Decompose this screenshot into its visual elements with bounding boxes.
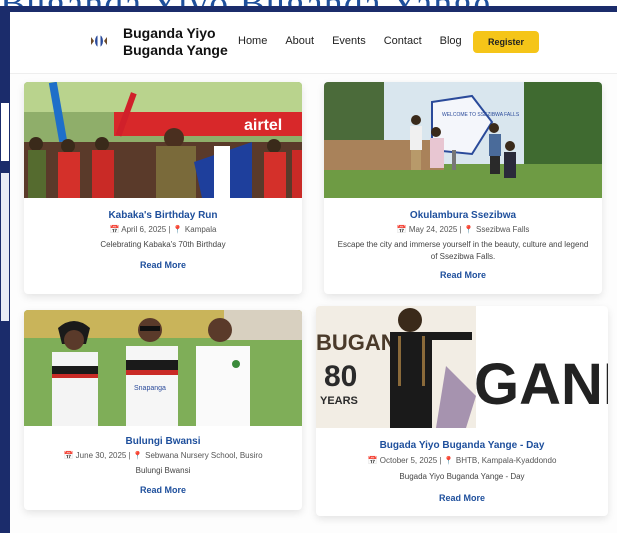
nav-events[interactable]: Events: [332, 35, 366, 47]
nav-blog[interactable]: Blog: [440, 35, 462, 47]
poster-text-80: 80: [324, 360, 357, 393]
event-card: airtel Kabaka's Birthday Run 📅 April 6, …: [24, 82, 302, 294]
event-description: Celebrating Kabaka's 70th Birthday: [100, 240, 226, 249]
event-title[interactable]: Bulungi Bwansi: [24, 436, 302, 447]
event-photo-birthday-run[interactable]: airtel: [24, 82, 302, 198]
event-meta: 📅 October 5, 2025 | 📍 BHTB, Kampala-Kyad…: [367, 456, 557, 465]
event-description: Bulungi Bwansi: [135, 466, 191, 475]
background-left-panel: [0, 172, 10, 322]
event-date: April 6, 2025: [121, 225, 167, 234]
calendar-icon: 📅: [109, 225, 120, 234]
register-button[interactable]: Register: [473, 31, 539, 53]
brand-line-2: Buganda Yange: [123, 42, 228, 58]
event-location: Sebwana Nursery School, Busiro: [145, 451, 263, 460]
read-more-link[interactable]: Read More: [324, 270, 602, 280]
location-pin-icon: 📍: [172, 225, 183, 234]
read-more-link[interactable]: Read More: [24, 485, 302, 495]
event-title[interactable]: Kabaka's Birthday Run: [24, 210, 302, 221]
event-card: WELCOME TO SSEZIBWA FALLS Okulambura Sse…: [324, 82, 602, 294]
brand-line-1: Buganda Yiyo: [123, 25, 216, 41]
calendar-icon: 📅: [367, 456, 378, 465]
poster-text-years: YEARS: [320, 395, 358, 407]
nav-home[interactable]: Home: [238, 35, 267, 47]
event-description: Bugada Yiyo Buganda Yange - Day: [399, 472, 525, 481]
event-location: Ssezibwa Falls: [476, 225, 530, 234]
event-meta: 📅 May 24, 2025 | 📍 Ssezibwa Falls: [396, 225, 530, 234]
nav-contact[interactable]: Contact: [384, 35, 422, 47]
event-meta: 📅 April 6, 2025 | 📍 Kampala: [109, 225, 217, 234]
location-pin-icon: 📍: [132, 451, 143, 460]
site-brand-name[interactable]: Buganda Yiyo Buganda Yange: [123, 25, 228, 59]
calendar-icon: 📅: [396, 225, 407, 234]
main-nav: Home About Events Contact Blog: [238, 35, 480, 47]
event-description: Escape the city and immerse yourself in …: [337, 240, 589, 261]
poster-text-bugan: BUGAN: [316, 330, 397, 355]
poster-text-ganda: GANDA: [474, 352, 608, 417]
event-location: Kampala: [184, 225, 217, 234]
read-more-link[interactable]: Read More: [316, 493, 608, 503]
location-pin-icon: 📍: [463, 225, 474, 234]
event-date: May 24, 2025: [408, 225, 458, 234]
airtel-banner-text: airtel: [244, 117, 282, 134]
event-date: October 5, 2025: [379, 456, 438, 465]
event-card: BUGAN 80 YEARS GANDA Bugada Yiyo Buganda…: [316, 306, 608, 516]
event-photo-buganda-day[interactable]: BUGAN 80 YEARS GANDA: [316, 306, 608, 428]
event-card: Snapanga Bulungi Bwansi 📅 June 30, 2025 …: [24, 310, 302, 510]
read-more-link[interactable]: Read More: [24, 260, 302, 270]
shirt-sponsor-text: Snapanga: [134, 385, 166, 392]
event-meta: 📅 June 30, 2025 | 📍 Sebwana Nursery Scho…: [63, 451, 263, 460]
buganda-shield-logo-icon[interactable]: [90, 32, 108, 50]
event-date: June 30, 2025: [75, 451, 127, 460]
events-window: Buganda Yiyo Buganda Yange Home About Ev…: [10, 12, 617, 533]
location-pin-icon: 📍: [443, 456, 454, 465]
event-title[interactable]: Okulambura Ssezibwa: [324, 210, 602, 221]
event-photo-bulungi-bwansi[interactable]: Snapanga: [24, 310, 302, 426]
event-location: BHTB, Kampala-Kyaddondo: [455, 456, 557, 465]
event-photo-ssezibwa[interactable]: WELCOME TO SSEZIBWA FALLS: [324, 82, 602, 198]
ssezibwa-sign-text: WELCOME TO SSEZIBWA FALLS: [442, 112, 520, 118]
event-title[interactable]: Bugada Yiyo Buganda Yange - Day: [316, 440, 608, 451]
background-left-strip: [0, 12, 10, 533]
calendar-icon: 📅: [63, 451, 74, 460]
site-header: Buganda Yiyo Buganda Yange Home About Ev…: [10, 12, 617, 74]
nav-about[interactable]: About: [285, 35, 314, 47]
background-left-tab: [0, 102, 10, 162]
